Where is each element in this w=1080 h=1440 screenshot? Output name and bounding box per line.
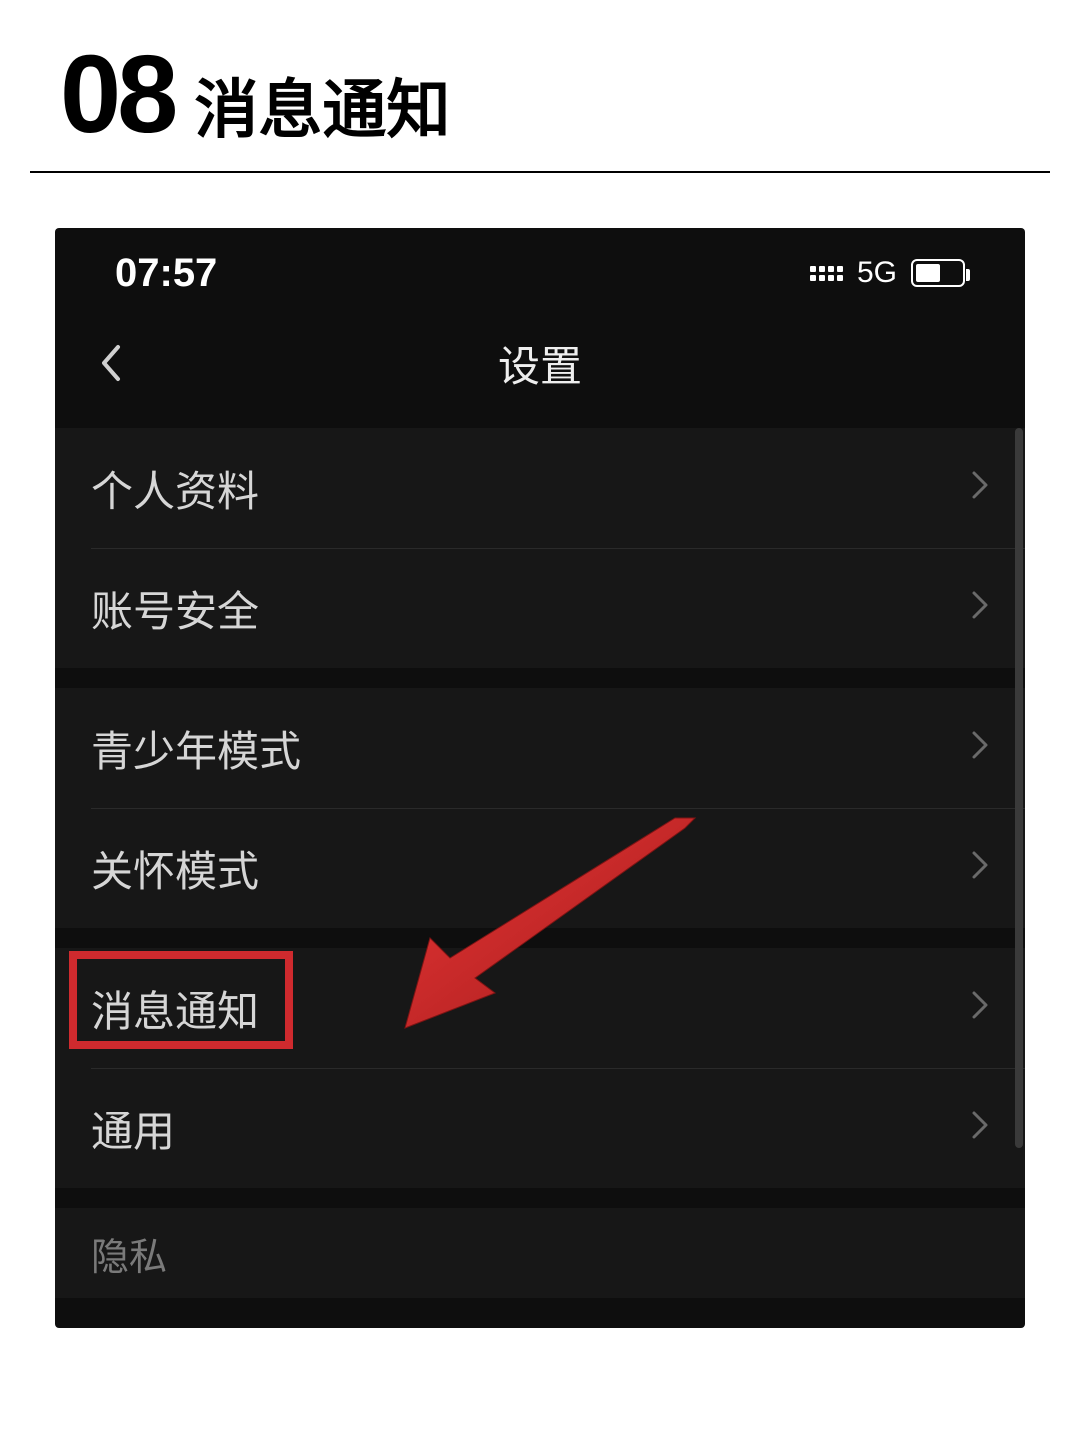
settings-section-privacy: 隐私 [55, 1208, 1025, 1298]
item-label: 账号安全 [91, 578, 259, 639]
chevron-right-icon [971, 587, 989, 629]
item-label: 消息通知 [91, 978, 259, 1039]
status-bar: 07:57 5G [55, 228, 1025, 318]
settings-item-notifications[interactable]: 消息通知 [55, 948, 1025, 1068]
page-title: 消息通知 [194, 59, 450, 151]
chevron-right-icon [971, 1107, 989, 1149]
item-label: 青少年模式 [91, 718, 301, 779]
section-label: 隐私 [91, 1226, 167, 1281]
item-label: 关怀模式 [91, 838, 259, 899]
status-time: 07:57 [115, 251, 217, 296]
phone-screen: 07:57 5G 设置 [55, 228, 1025, 1328]
settings-list: 个人资料 账号安全 青少年模式 [55, 428, 1025, 1298]
settings-group-2: 青少年模式 关怀模式 [55, 688, 1025, 928]
settings-item-profile[interactable]: 个人资料 [55, 428, 1025, 548]
back-button[interactable] [85, 338, 135, 388]
page-number: 08 [60, 40, 174, 150]
chevron-left-icon [98, 343, 122, 383]
chevron-right-icon [971, 727, 989, 769]
item-label: 通用 [91, 1098, 175, 1159]
scrollbar[interactable] [1015, 428, 1023, 1148]
nav-bar: 设置 [55, 318, 1025, 408]
settings-group-3: 消息通知 通用 [55, 948, 1025, 1188]
signal-icon [810, 266, 843, 281]
settings-item-account-security[interactable]: 账号安全 [55, 548, 1025, 668]
phone-screenshot: 07:57 5G 设置 [55, 228, 1025, 1328]
status-right: 5G [810, 256, 965, 290]
chevron-right-icon [971, 987, 989, 1029]
page-header: 08 消息通知 [30, 0, 1050, 173]
chevron-right-icon [971, 467, 989, 509]
settings-item-teen-mode[interactable]: 青少年模式 [55, 688, 1025, 808]
settings-group-1: 个人资料 账号安全 [55, 428, 1025, 668]
settings-group-4: 隐私 [55, 1208, 1025, 1298]
settings-item-general[interactable]: 通用 [55, 1068, 1025, 1188]
network-label: 5G [857, 256, 897, 290]
settings-item-care-mode[interactable]: 关怀模式 [55, 808, 1025, 928]
nav-title: 设置 [498, 333, 582, 394]
item-label: 个人资料 [91, 458, 259, 519]
chevron-right-icon [971, 847, 989, 889]
battery-icon [911, 259, 965, 287]
